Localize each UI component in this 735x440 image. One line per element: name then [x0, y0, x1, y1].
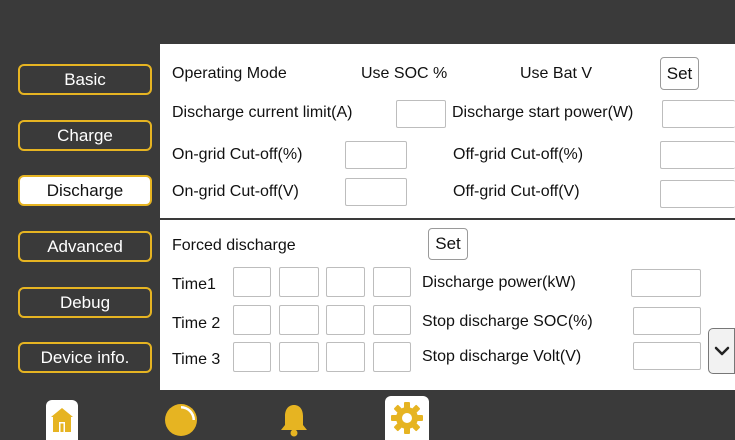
stop-discharge-soc-label: Stop discharge SOC(%)	[422, 313, 593, 330]
use-bat-v-option[interactable]: Use Bat V	[520, 64, 592, 84]
discharge-start-power-label: Discharge start power(W)	[452, 104, 634, 121]
bell-icon	[281, 405, 307, 437]
time1-start-hour-input[interactable]	[233, 267, 271, 297]
sidebar-item-label: Basic	[64, 69, 106, 89]
time2-start-minute-input[interactable]	[279, 305, 319, 335]
time2-end-minute-input[interactable]	[373, 305, 411, 335]
time3-end-minute-input[interactable]	[373, 342, 411, 372]
sidebar-item-label: Discharge	[46, 180, 124, 200]
offgrid-cutoff-v-input[interactable]	[660, 180, 735, 208]
discharge-power-input[interactable]	[631, 269, 701, 297]
operating-mode-set-button[interactable]: Set	[660, 57, 699, 90]
time3-end-hour-input[interactable]	[326, 342, 365, 372]
time2-end-hour-input[interactable]	[326, 305, 365, 335]
time3-label: Time 3	[172, 351, 221, 368]
sidebar-item-device-info[interactable]: Device info.	[18, 342, 152, 373]
sidebar-item-label: Advanced	[47, 236, 123, 256]
chevron-down-icon	[714, 346, 729, 356]
offgrid-cutoff-v-label: Off-grid Cut-off(V)	[453, 183, 580, 200]
nav-home[interactable]	[46, 400, 78, 440]
sidebar-item-debug[interactable]: Debug	[18, 287, 152, 318]
stop-discharge-soc-input[interactable]	[633, 307, 701, 335]
time1-label: Time1	[172, 276, 216, 293]
forced-discharge-set-button[interactable]: Set	[428, 228, 468, 260]
time1-start-minute-input[interactable]	[279, 267, 319, 297]
sidebar-item-label: Device info.	[40, 347, 130, 367]
nav-settings[interactable]	[385, 396, 429, 440]
discharge-current-limit-input[interactable]	[396, 100, 446, 128]
scroll-down-button[interactable]	[708, 328, 735, 374]
sidebar-item-discharge[interactable]: Discharge	[18, 175, 152, 206]
pie-chart-icon	[165, 404, 197, 436]
discharge-start-power-input[interactable]	[662, 100, 735, 128]
time3-start-minute-input[interactable]	[279, 342, 319, 372]
sidebar-item-label: Charge	[57, 125, 113, 145]
set-button-label: Set	[435, 234, 461, 253]
home-icon	[51, 408, 73, 432]
ongrid-cutoff-v-input[interactable]	[345, 178, 407, 206]
nav-statistics[interactable]	[162, 400, 200, 440]
ongrid-cutoff-v-label: On-grid Cut-off(V)	[172, 183, 299, 200]
time3-start-hour-input[interactable]	[233, 342, 271, 372]
sidebar-item-charge[interactable]: Charge	[18, 120, 152, 151]
time2-label: Time 2	[172, 315, 221, 332]
offgrid-cutoff-pct-label: Off-grid Cut-off(%)	[453, 146, 584, 163]
sidebar-item-advanced[interactable]: Advanced	[18, 231, 152, 262]
sidebar-item-label: Debug	[59, 292, 111, 312]
offgrid-cutoff-pct-input[interactable]	[660, 141, 735, 169]
set-button-label: Set	[666, 63, 693, 83]
ongrid-cutoff-pct-input[interactable]	[345, 141, 407, 169]
discharge-power-label: Discharge power(kW)	[422, 274, 576, 291]
nav-alarms[interactable]	[275, 400, 313, 440]
sidebar-item-basic[interactable]: Basic	[18, 64, 152, 95]
forced-discharge-label: Forced discharge	[172, 237, 296, 254]
time1-end-hour-input[interactable]	[326, 267, 365, 297]
discharge-current-limit-label: Discharge current limit(A)	[172, 104, 353, 121]
stop-discharge-volt-label: Stop discharge Volt(V)	[422, 348, 582, 365]
time1-end-minute-input[interactable]	[373, 267, 411, 297]
operating-mode-label: Operating Mode	[172, 65, 287, 82]
stop-discharge-volt-input[interactable]	[633, 342, 701, 370]
gear-icon	[391, 402, 423, 434]
use-soc-option[interactable]: Use SOC %	[361, 64, 447, 84]
ongrid-cutoff-pct-label: On-grid Cut-off(%)	[172, 146, 303, 163]
time2-start-hour-input[interactable]	[233, 305, 271, 335]
